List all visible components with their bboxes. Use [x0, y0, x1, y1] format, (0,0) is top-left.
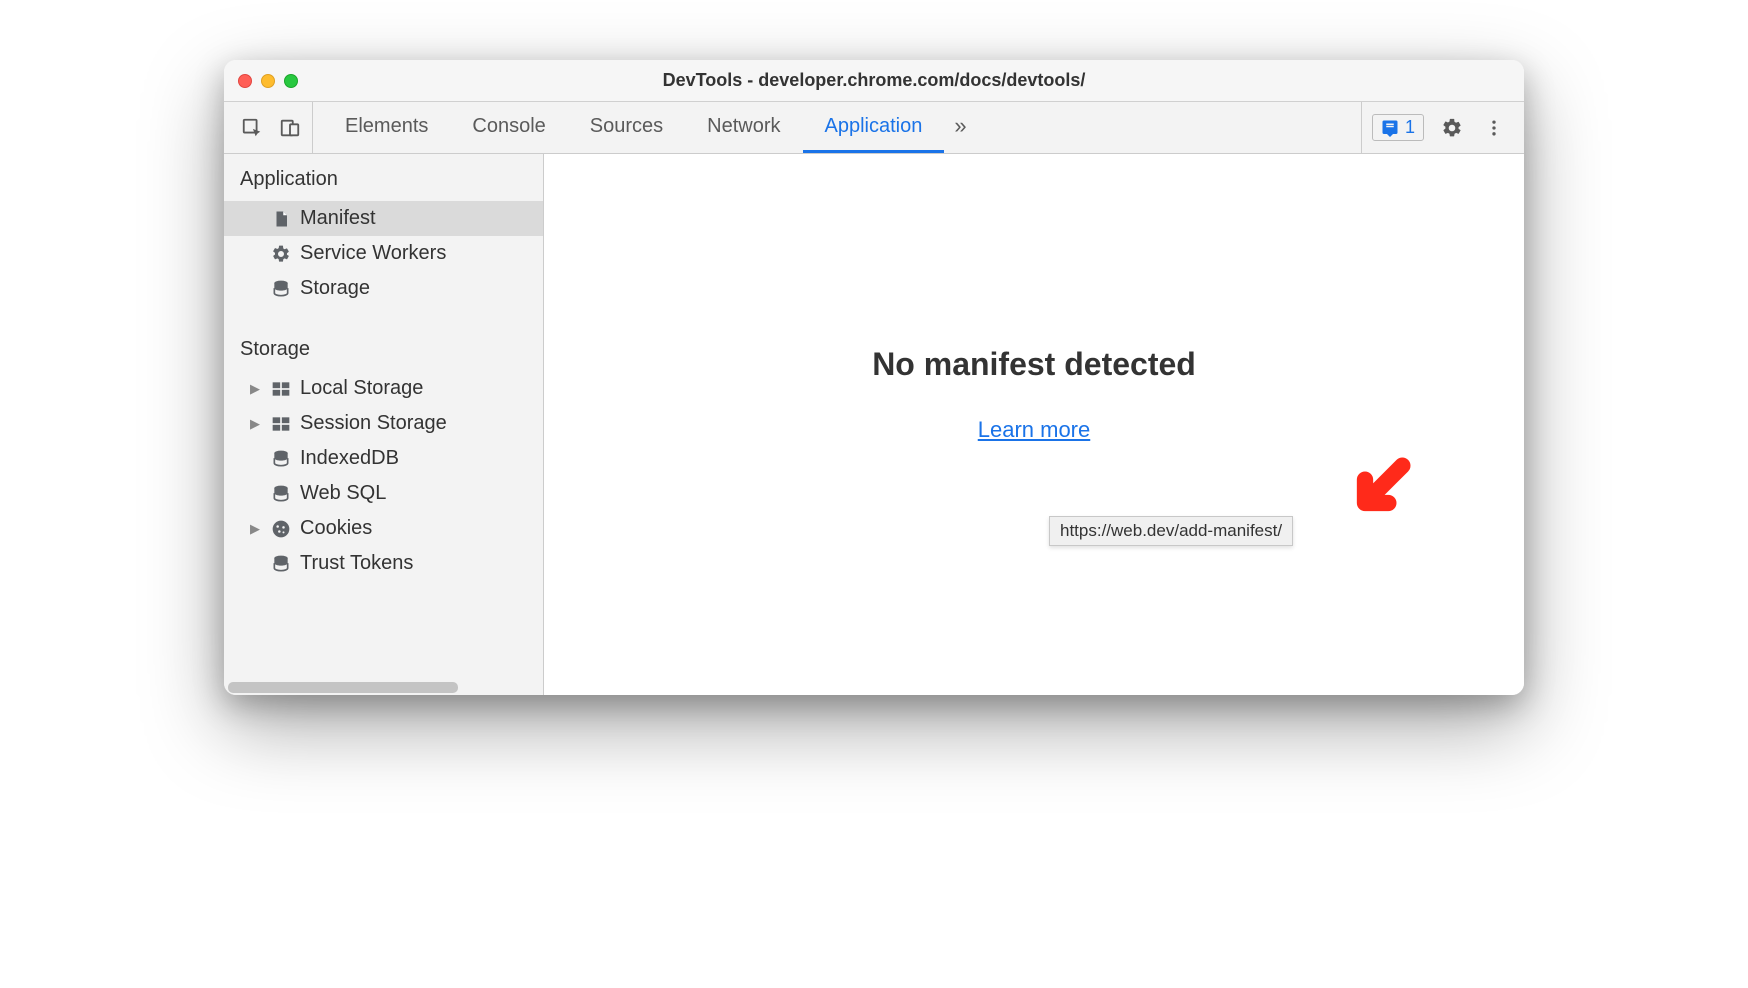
gear-icon	[270, 243, 292, 265]
annotation-arrow-icon	[1344, 454, 1414, 529]
sidebar-horizontal-scrollbar[interactable]	[224, 679, 544, 695]
database-icon	[270, 553, 292, 575]
link-tooltip: https://web.dev/add-manifest/	[1049, 516, 1293, 546]
issues-button[interactable]: 1	[1372, 114, 1424, 141]
minimize-window-button[interactable]	[261, 74, 275, 88]
device-toolbar-icon[interactable]	[276, 114, 304, 142]
grid-icon	[270, 413, 292, 435]
sidebar-item-label: Storage	[300, 277, 370, 300]
sidebar-item-manifest[interactable]: ▶ Manifest	[224, 201, 543, 236]
sidebar-item-label: Manifest	[300, 207, 376, 230]
scrollbar-thumb[interactable]	[228, 682, 458, 693]
sidebar-item-label: Local Storage	[300, 377, 423, 400]
sidebar-item-local-storage[interactable]: ▶ Local Storage	[224, 371, 543, 406]
tabbar-actions: 1	[1361, 102, 1518, 153]
sidebar-section-storage: Storage	[224, 324, 543, 371]
sidebar-section-application: Application	[224, 154, 543, 201]
sidebar-item-session-storage[interactable]: ▶ Session Storage	[224, 406, 543, 441]
close-window-button[interactable]	[238, 74, 252, 88]
sidebar-item-trust-tokens[interactable]: ▶ Trust Tokens	[224, 546, 543, 581]
learn-more-link[interactable]: Learn more	[978, 417, 1091, 443]
panel-tabs: Elements Console Sources Network Applica…	[323, 102, 1355, 153]
zoom-window-button[interactable]	[284, 74, 298, 88]
sidebar-item-label: IndexedDB	[300, 447, 399, 470]
sidebar-item-cookies[interactable]: ▶ Cookies	[224, 511, 543, 546]
devtools-tabbar: Elements Console Sources Network Applica…	[224, 102, 1524, 154]
sidebar-item-label: Service Workers	[300, 242, 446, 265]
issues-icon	[1381, 119, 1399, 137]
sidebar-item-service-workers[interactable]: ▶ Service Workers	[224, 236, 543, 271]
expand-caret-icon[interactable]: ▶	[250, 416, 262, 432]
devtools-window: DevTools - developer.chrome.com/docs/dev…	[224, 60, 1524, 695]
sidebar-item-label: Web SQL	[300, 482, 386, 505]
file-icon	[270, 208, 292, 230]
issues-count: 1	[1405, 117, 1415, 138]
tabbar-tools	[230, 102, 313, 153]
application-main-pane: No manifest detected Learn more https://…	[544, 154, 1524, 695]
window-controls	[238, 74, 298, 88]
tab-sources[interactable]: Sources	[568, 102, 685, 153]
tab-network[interactable]: Network	[685, 102, 802, 153]
sidebar-item-label: Session Storage	[300, 412, 447, 435]
no-manifest-heading: No manifest detected	[872, 346, 1196, 383]
sidebar-item-label: Trust Tokens	[300, 552, 413, 575]
application-sidebar[interactable]: Application ▶ Manifest ▶ Service Workers…	[224, 154, 544, 695]
grid-icon	[270, 378, 292, 400]
sidebar-item-label: Cookies	[300, 517, 372, 540]
panel-body: Application ▶ Manifest ▶ Service Workers…	[224, 154, 1524, 695]
tab-elements[interactable]: Elements	[323, 102, 450, 153]
sidebar-item-storage[interactable]: ▶ Storage	[224, 271, 543, 306]
sidebar-item-indexeddb[interactable]: ▶ IndexedDB	[224, 441, 543, 476]
titlebar: DevTools - developer.chrome.com/docs/dev…	[224, 60, 1524, 102]
tab-application[interactable]: Application	[803, 102, 945, 153]
settings-icon[interactable]	[1438, 114, 1466, 142]
sidebar-item-websql[interactable]: ▶ Web SQL	[224, 476, 543, 511]
window-title: DevTools - developer.chrome.com/docs/dev…	[224, 70, 1524, 91]
cookie-icon	[270, 518, 292, 540]
tab-console[interactable]: Console	[450, 102, 567, 153]
inspect-element-icon[interactable]	[238, 114, 266, 142]
more-options-icon[interactable]	[1480, 114, 1508, 142]
database-icon	[270, 278, 292, 300]
expand-caret-icon[interactable]: ▶	[250, 381, 262, 397]
database-icon	[270, 448, 292, 470]
database-icon	[270, 483, 292, 505]
tabs-overflow-button[interactable]: »	[944, 102, 976, 153]
expand-caret-icon[interactable]: ▶	[250, 521, 262, 537]
